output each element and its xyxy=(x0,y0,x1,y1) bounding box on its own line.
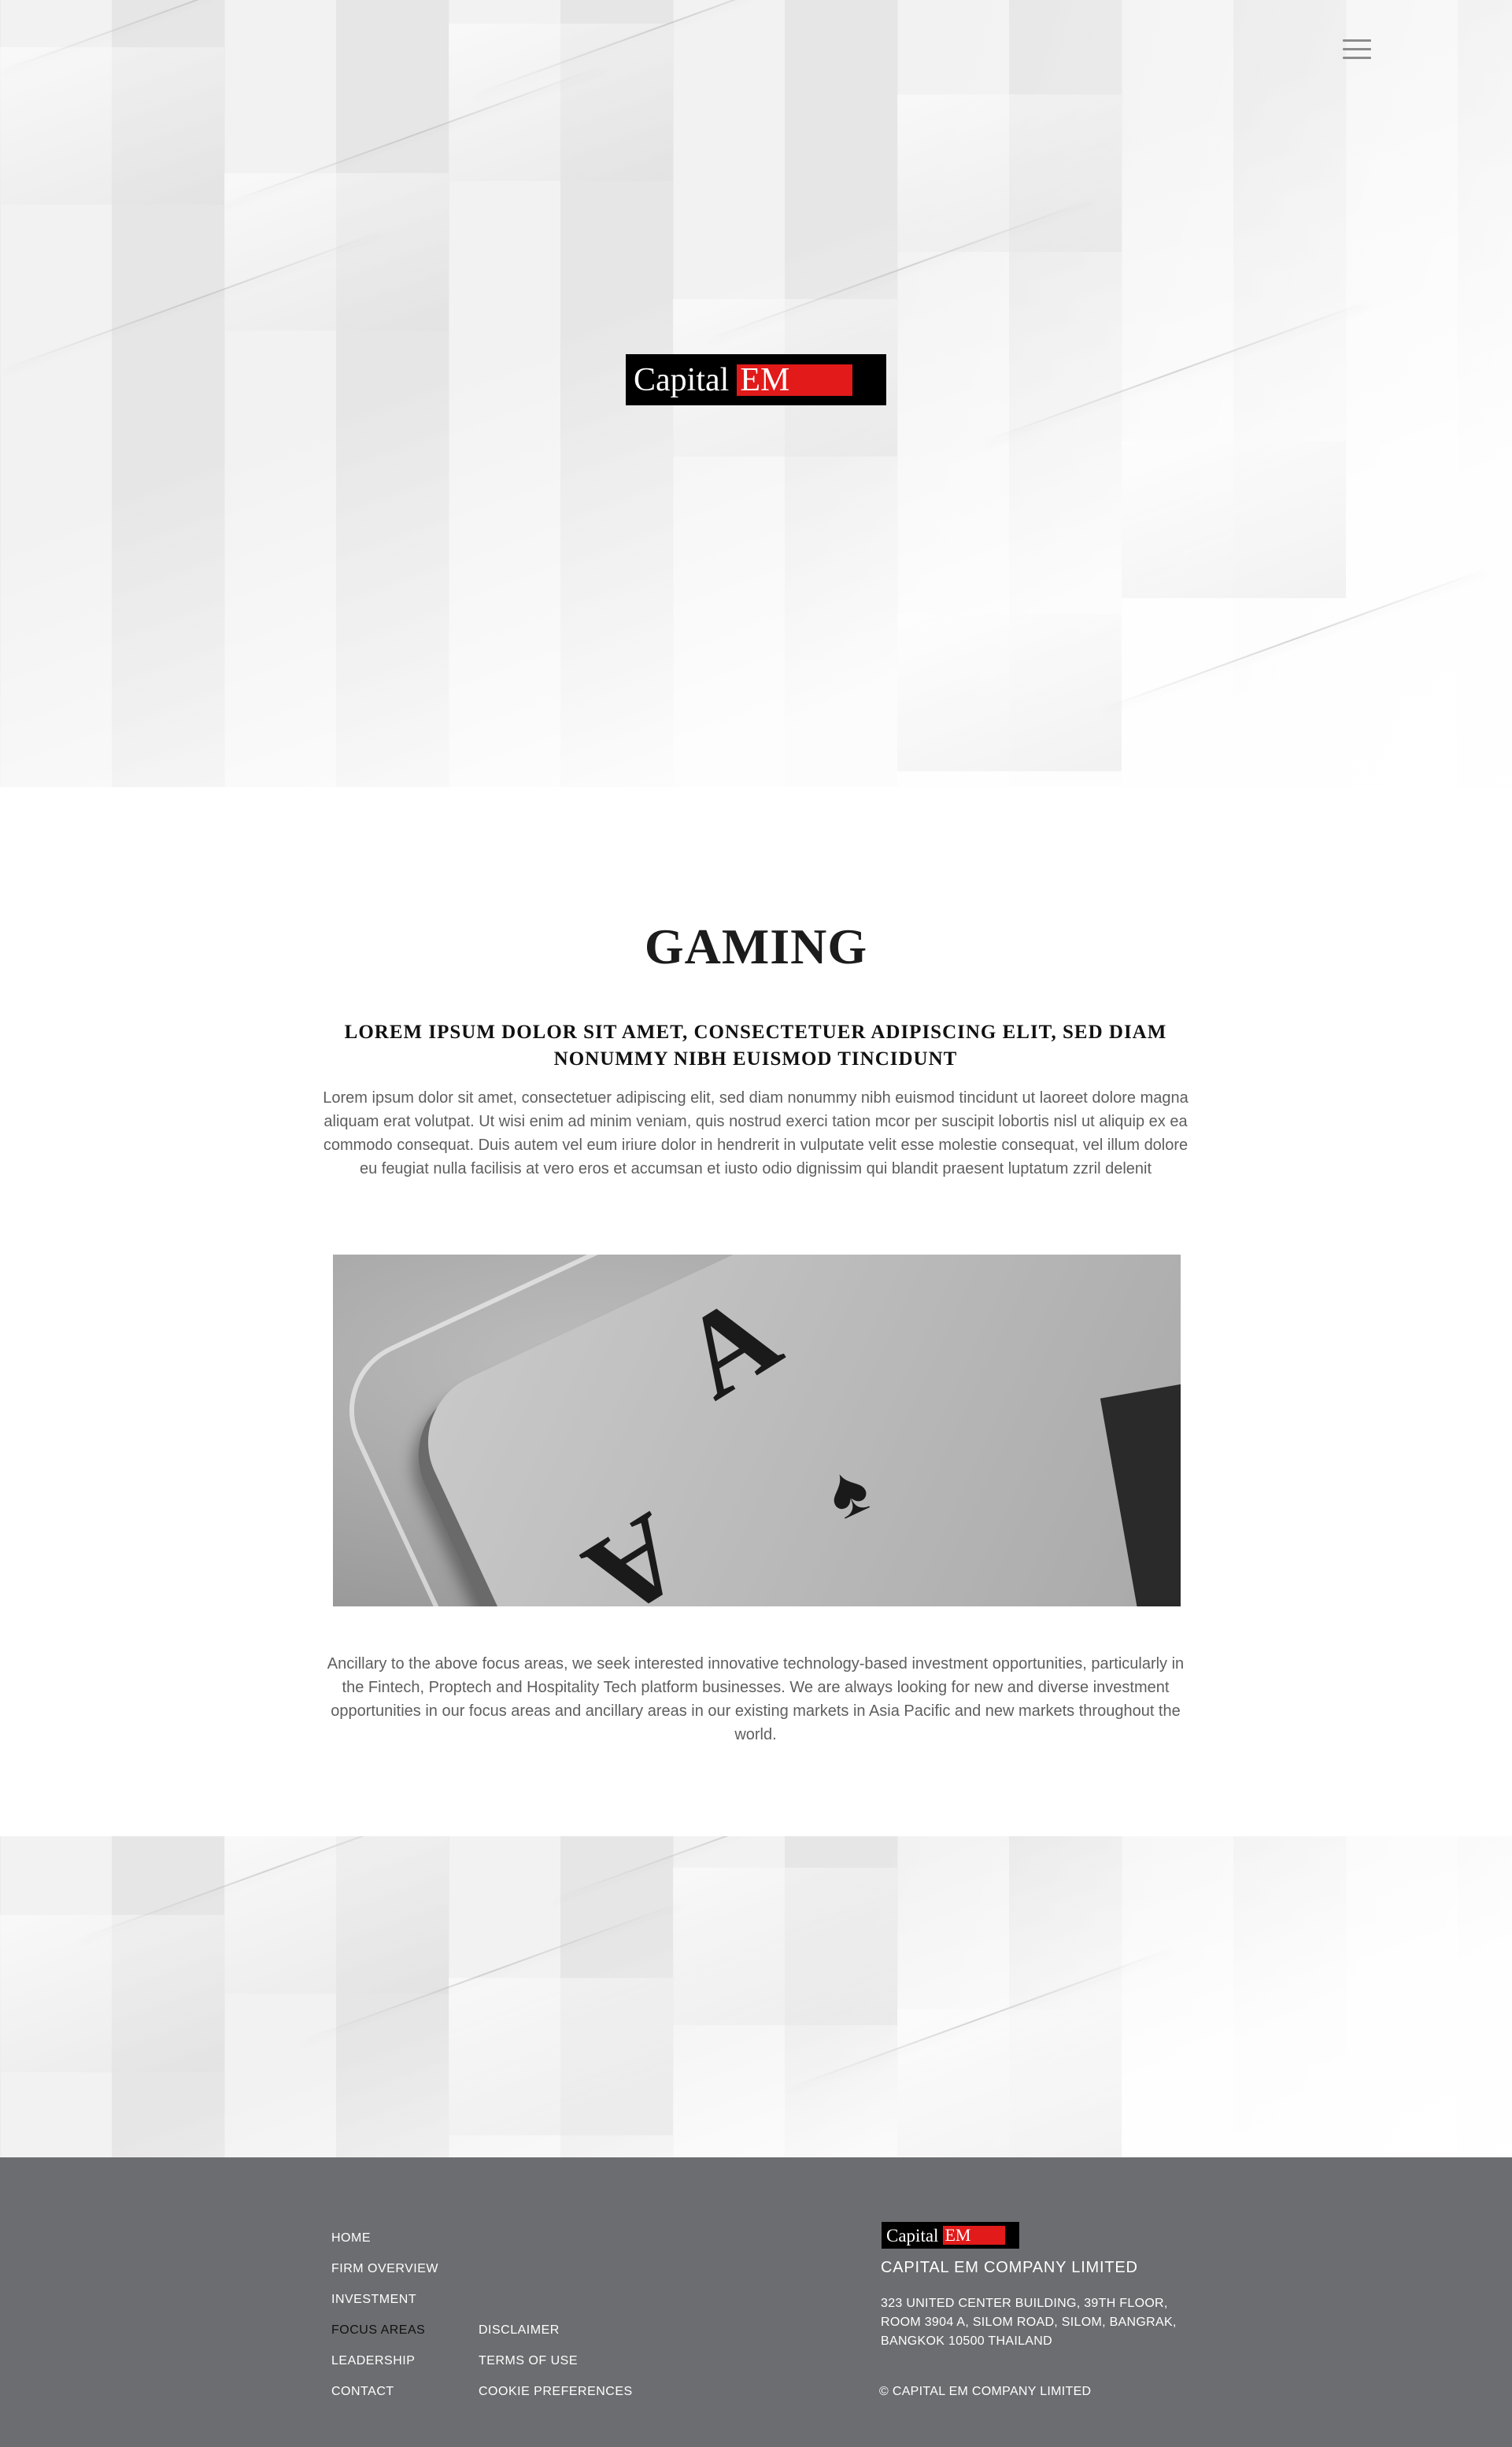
footer-link-leadership[interactable]: LEADERSHIP xyxy=(331,2354,415,2368)
card-edge-highlight xyxy=(333,1255,1181,1606)
copyright-text: © CAPITAL EM COMPANY LIMITED xyxy=(879,2385,1092,2398)
footer-link-terms-of-use[interactable]: TERMS OF USE xyxy=(479,2354,578,2368)
pattern-tile xyxy=(673,1868,897,2025)
pattern-streak xyxy=(983,301,1369,442)
decorative-pattern-band xyxy=(0,1836,1512,2157)
pattern-tile xyxy=(449,24,673,181)
company-name: CAPITAL EM COMPANY LIMITED xyxy=(881,2259,1138,2276)
hero-banner: Capital EM xyxy=(0,0,1512,787)
section-subheading: LOREM IPSUM DOLOR SIT AMET, CONSECTETUER… xyxy=(344,1022,1167,1070)
playing-cards-image: A A ♠ xyxy=(333,1255,1181,1606)
capital-em-logo[interactable]: Capital EM xyxy=(626,354,886,405)
footer-link-contact[interactable]: CONTACT xyxy=(331,2385,394,2399)
logo-word-capital: Capital xyxy=(634,361,730,398)
footer-logo[interactable]: Capital EM xyxy=(882,2222,1019,2249)
pattern-tile xyxy=(897,614,1122,771)
hamburger-menu-icon[interactable] xyxy=(1343,39,1371,61)
pattern-tile xyxy=(449,1978,673,2135)
intro-paragraph: Lorem ipsum dolor sit amet, consectetuer… xyxy=(323,1089,1189,1177)
logo-word-em: EM xyxy=(737,364,853,397)
body-paragraph: Ancillary to the above focus areas, we s… xyxy=(327,1655,1185,1743)
footer-link-focus-areas[interactable]: FOCUS AREAS xyxy=(331,2323,425,2338)
footer-link-disclaimer[interactable]: DISCLAIMER xyxy=(479,2323,560,2338)
footer-link-investment[interactable]: INVESTMENT xyxy=(331,2293,416,2307)
company-address: 323 UNITED CENTER BUILDING, 39TH FLOOR, … xyxy=(881,2297,1177,2348)
pattern-tile xyxy=(224,173,449,331)
pattern-tile xyxy=(1122,441,1346,598)
pattern-tile xyxy=(0,1915,224,2072)
site-footer: HOME FIRM OVERVIEW INVESTMENT FOCUS AREA… xyxy=(0,2157,1512,2447)
logo-word-capital: Capital xyxy=(886,2225,939,2246)
pattern-tile xyxy=(897,2009,1122,2157)
pattern-tile xyxy=(0,47,224,205)
footer-link-firm-overview[interactable]: FIRM OVERVIEW xyxy=(331,2262,438,2276)
pattern-tile xyxy=(224,1836,449,1994)
page-title: GAMING xyxy=(644,919,868,974)
logo-word-em: EM xyxy=(943,2226,1006,2245)
footer-link-cookie-preferences[interactable]: COOKIE PREFERENCES xyxy=(479,2385,633,2399)
footer-link-home[interactable]: HOME xyxy=(331,2231,371,2246)
